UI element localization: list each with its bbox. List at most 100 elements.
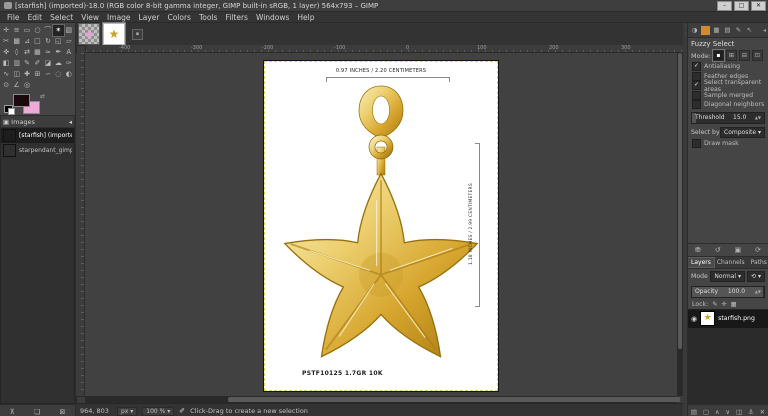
horizontal-scrollbar[interactable]	[86, 396, 680, 403]
tool-icon[interactable]: ✶	[52, 24, 65, 37]
menu-item[interactable]: Colors	[163, 13, 195, 22]
tool-icon[interactable]: ✚	[22, 69, 32, 80]
tool-options-footer-button[interactable]: ↺	[715, 246, 721, 254]
checkbox-row[interactable]: ✓ Antialiasing	[688, 62, 768, 72]
checkbox[interactable]	[692, 100, 701, 110]
dock-tab-icon[interactable]: ↖	[745, 26, 754, 35]
tool-icon[interactable]: ☁	[53, 58, 63, 69]
menu-item[interactable]: Image	[103, 13, 135, 22]
checkbox[interactable]: ✓	[692, 62, 701, 72]
close-button[interactable]: ✕	[751, 0, 766, 11]
tool-icon[interactable]: ◎	[22, 80, 32, 91]
checkbox-row[interactable]: ✓ Select transparent areas	[688, 79, 768, 93]
tool-icon[interactable]: ▥	[11, 58, 21, 69]
dock-tab[interactable]: Paths	[748, 258, 768, 267]
image-tab-xcf[interactable]: ★	[78, 23, 100, 45]
layer-footer-button[interactable]: ◫	[736, 408, 742, 416]
dock-tab-icon[interactable]: ▦	[712, 26, 721, 35]
dock-tab-icon[interactable]: ✎	[734, 26, 743, 35]
menu-item[interactable]: Layer	[135, 13, 164, 22]
tool-icon[interactable]: ◐	[64, 69, 74, 80]
maximize-button[interactable]: □	[734, 0, 749, 11]
checkbox-row[interactable]: Sample merged	[688, 90, 768, 101]
tool-icon[interactable]: ▦	[32, 47, 42, 58]
selection-mode-button[interactable]: ⊟	[738, 50, 750, 61]
lock-icon[interactable]: ✛	[721, 301, 726, 308]
layer-footer-button[interactable]: ∧	[715, 408, 720, 416]
images-panel-button[interactable]: ⊠	[59, 408, 65, 416]
lock-icon[interactable]: ▦	[731, 301, 737, 308]
tool-icon[interactable]: ✂	[1, 36, 11, 47]
default-colors-icon[interactable]	[4, 105, 15, 115]
canvas[interactable]: 0.97 INCHES / 2.20 CENTIMETERS 1.18 INCH…	[85, 53, 677, 396]
tab-menu-button[interactable]: ▪	[132, 28, 143, 40]
visibility-eye-icon[interactable]: ◉	[691, 315, 697, 323]
image-list-item[interactable]: starpendant_gimp.xcf-1	[1, 143, 74, 158]
tool-icon[interactable]: ⊞	[32, 69, 42, 80]
vertical-ruler[interactable]	[76, 53, 85, 396]
tool-icon[interactable]: ▧	[64, 25, 74, 36]
tool-icon[interactable]: ∿	[1, 69, 11, 80]
tool-icon[interactable]: ▭	[22, 25, 32, 36]
tool-icon[interactable]: ○	[32, 25, 42, 36]
tool-icon[interactable]: ≡	[11, 25, 21, 36]
tool-icon[interactable]: A	[64, 47, 74, 58]
tool-icon[interactable]: ✛	[1, 25, 11, 36]
layer-footer-button[interactable]: ▢	[703, 408, 709, 416]
checkbox[interactable]	[692, 71, 701, 81]
draw-mask-row[interactable]: Draw mask	[688, 138, 768, 149]
vertical-scroll-thumb[interactable]	[678, 53, 682, 349]
tool-icon[interactable]: ✎	[22, 58, 32, 69]
tool-icon[interactable]: ↻	[43, 36, 53, 47]
menu-item[interactable]: Tools	[195, 13, 221, 22]
layer-footer-button[interactable]: ▤	[691, 408, 697, 416]
tool-icon[interactable]: ∽	[43, 69, 53, 80]
menu-item[interactable]: Select	[46, 13, 77, 22]
tool-icon[interactable]: ◪	[43, 58, 53, 69]
dock-tab-icon[interactable]: ◑	[690, 26, 699, 35]
menu-item[interactable]: View	[77, 13, 103, 22]
checkbox[interactable]: ✓	[692, 81, 701, 91]
tool-icon[interactable]: ◧	[1, 58, 11, 69]
tool-icon[interactable]: ◊	[11, 47, 21, 58]
threshold-slider[interactable]: Threshold 15.0 ▲▼	[691, 111, 765, 124]
tool-icon[interactable]: ▩	[11, 36, 21, 47]
tool-icon[interactable]: ◫	[11, 69, 21, 80]
layer-footer-button[interactable]: ✕	[760, 408, 765, 416]
layer-row[interactable]: ◉ starfish.png	[688, 309, 768, 328]
draw-mask-checkbox[interactable]	[692, 138, 701, 148]
tool-icon[interactable]: ▱	[64, 36, 74, 47]
tool-options-footer-button[interactable]: ⛃	[695, 246, 701, 254]
dock-tab-icon[interactable]	[701, 25, 710, 35]
vertical-scrollbar[interactable]	[677, 53, 683, 396]
zoom-dropdown[interactable]: 100 % ▾	[142, 406, 175, 416]
spinner-arrows-icon[interactable]: ▲▼	[755, 115, 761, 120]
layer-mode-dropdown[interactable]: Normal ▾	[710, 270, 746, 282]
foreground-color-swatch[interactable]	[13, 94, 30, 107]
spinner-arrows-icon[interactable]: ▲▼	[755, 289, 761, 294]
panel-menu-icon[interactable]: ◂	[69, 118, 72, 126]
tool-icon[interactable]: ∠	[11, 80, 21, 91]
tool-icon[interactable]: ✒	[53, 47, 63, 58]
select-by-dropdown[interactable]: Composite ▾	[720, 126, 765, 138]
horizontal-ruler[interactable]: -400 -300 -200 -100 0 100 200 300	[86, 45, 683, 53]
dock-tab[interactable]: Layers	[688, 256, 715, 268]
menu-item[interactable]: Windows	[252, 13, 293, 22]
image-list-item[interactable]: [starfish] (imported)-18	[1, 128, 74, 143]
checkbox-row[interactable]: Diagonal neighbors	[688, 100, 768, 110]
images-panel-button[interactable]: ⊼	[10, 408, 15, 416]
menu-item[interactable]: File	[3, 13, 24, 22]
menu-item[interactable]: Help	[293, 13, 318, 22]
unit-dropdown[interactable]: px ▾	[117, 406, 138, 416]
tool-icon[interactable]: ✜	[1, 47, 11, 58]
layer-footer-button[interactable]: ⚓	[748, 408, 754, 416]
dock-menu-icon[interactable]: ◂	[763, 27, 766, 34]
menu-item[interactable]: Filters	[221, 13, 251, 22]
tool-icon[interactable]: ⊿	[22, 36, 32, 47]
swap-colors-icon[interactable]: ⇄	[40, 93, 45, 100]
tool-icon[interactable]: ⊙	[1, 80, 11, 91]
blend-space-dropdown[interactable]: ⟲ ▾	[747, 270, 765, 282]
image-tab-starfish[interactable]: ★	[103, 23, 125, 45]
checkbox[interactable]	[692, 90, 701, 100]
tool-icon[interactable]: □	[32, 36, 42, 47]
